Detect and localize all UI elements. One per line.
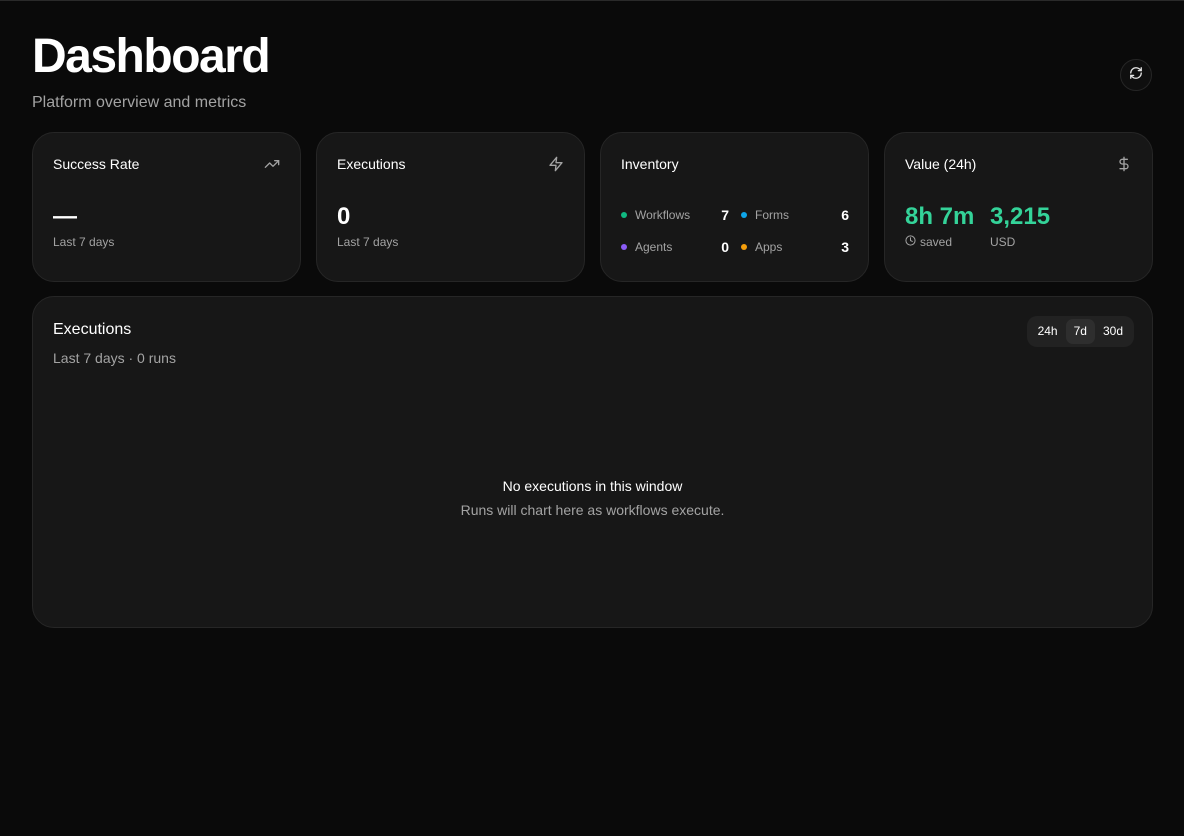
dollar-icon [1116,156,1132,172]
inventory-count: 3 [841,239,849,255]
time-saved-caption: saved [905,235,952,250]
range-24h-button[interactable]: 24h [1030,319,1066,344]
inventory-count: 0 [721,239,729,255]
success-rate-card: Success Rate — Last 7 days [32,132,301,282]
value-card: Value (24h) 8h 7m saved 3,215 USD [884,132,1153,282]
card-title: Inventory [621,156,679,172]
status-dot [741,212,747,218]
card-caption: Last 7 days [53,235,115,249]
page-subtitle: Platform overview and metrics [32,94,247,111]
trending-up-icon [264,156,280,172]
executions-panel: Executions Last 7 days · 0 runs 24h 7d 3… [32,296,1153,628]
executions-value: 0 [337,203,351,230]
inventory-label: Forms [755,208,789,222]
inventory-label: Workflows [635,208,691,222]
executions-card: Executions 0 Last 7 days [316,132,585,282]
empty-state-title: No executions in this window [502,478,683,494]
money-caption: USD [990,235,1016,249]
page-title: Dashboard [32,30,271,83]
card-caption: Last 7 days [337,235,399,249]
inventory-count: 6 [841,207,849,223]
top-border [0,0,1184,1]
inventory-item-forms: Forms 6 [741,207,849,223]
card-title: Value (24h) [905,156,977,172]
card-title: Executions [337,156,406,172]
time-saved-label: saved [920,235,953,249]
inventory-count: 7 [721,207,729,223]
range-7d-button[interactable]: 7d [1065,319,1095,344]
money-value: 3,215 [990,203,1051,230]
panel-subtitle: Last 7 days · 0 runs [53,350,176,366]
clock-icon [905,235,920,250]
zap-icon [548,156,564,172]
range-30d-button[interactable]: 30d [1095,319,1131,344]
status-dot [741,244,747,250]
inventory-item-apps: Apps 3 [741,239,849,255]
inventory-label: Apps [755,240,783,254]
card-title: Success Rate [53,156,140,172]
panel-title: Executions [53,321,132,338]
refresh-icon [1129,66,1143,85]
status-dot [621,212,627,218]
inventory-item-agents: Agents 0 [621,239,729,255]
refresh-button[interactable] [1120,59,1152,91]
time-range-toggle: 24h 7d 30d [1026,316,1134,347]
empty-state-subtitle: Runs will chart here as workflows execut… [460,502,725,518]
status-dot [621,244,627,250]
inventory-card: Inventory Workflows 7 Forms 6 Agents 0 A… [600,132,869,282]
time-saved-value: 8h 7m [905,203,975,230]
success-rate-value: — [53,203,77,230]
inventory-item-workflows: Workflows 7 [621,207,729,223]
inventory-label: Agents [635,240,673,254]
